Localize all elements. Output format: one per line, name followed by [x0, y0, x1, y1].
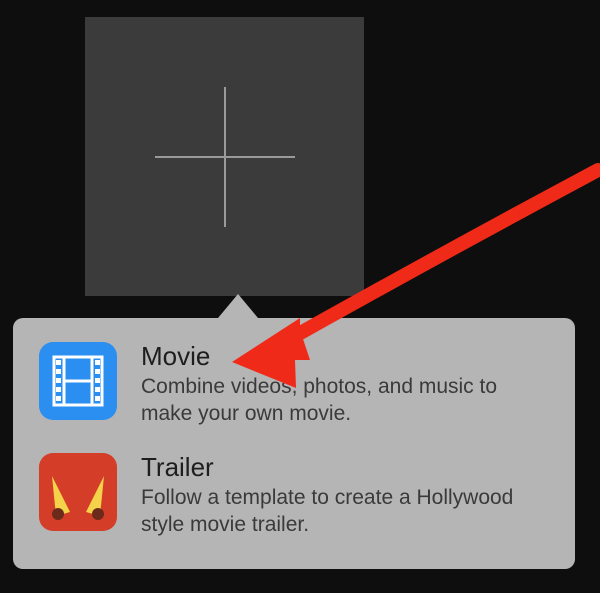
- menu-item-text: Trailer Follow a template to create a Ho…: [141, 453, 549, 538]
- film-icon: [39, 342, 117, 420]
- menu-item-text: Movie Combine videos, photos, and music …: [141, 342, 549, 427]
- menu-item-description: Combine videos, photos, and music to mak…: [141, 373, 549, 428]
- menu-item-title: Trailer: [141, 453, 549, 482]
- menu-item-title: Movie: [141, 342, 549, 371]
- menu-item-trailer[interactable]: Trailer Follow a template to create a Ho…: [33, 443, 555, 550]
- plus-icon: [150, 82, 300, 232]
- menu-item-movie[interactable]: Movie Combine videos, photos, and music …: [33, 332, 555, 439]
- new-project-tile[interactable]: [85, 17, 364, 296]
- new-project-popover: Movie Combine videos, photos, and music …: [13, 318, 575, 569]
- menu-item-description: Follow a template to create a Hollywood …: [141, 484, 549, 539]
- trailer-icon: [39, 453, 117, 531]
